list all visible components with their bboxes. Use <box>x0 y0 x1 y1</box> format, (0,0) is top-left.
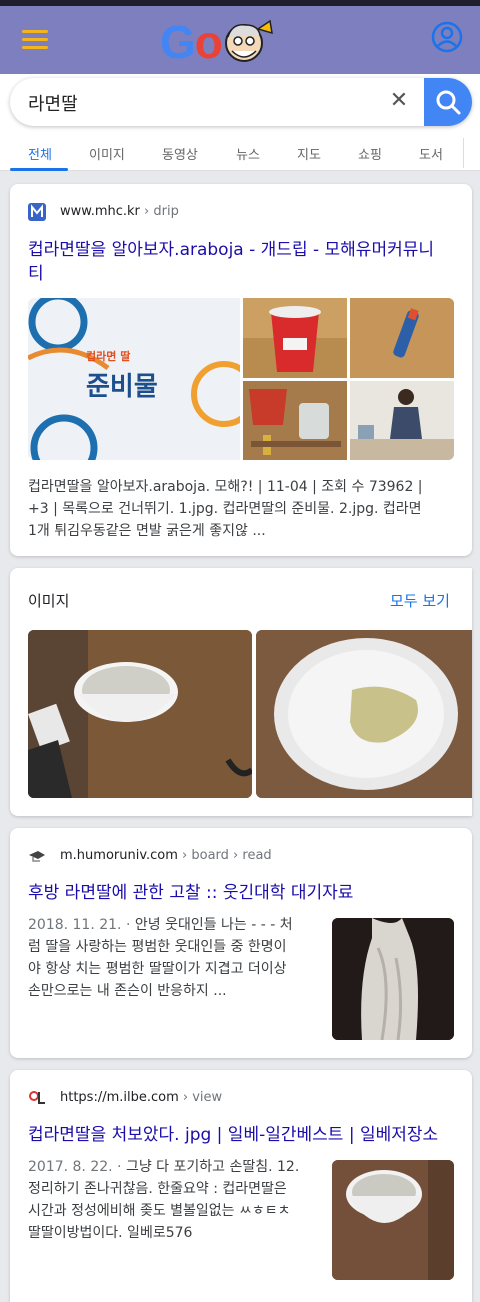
result-path: › drip <box>139 204 179 219</box>
result-card-ilbe: https://m.ilbe.com › view 컵라면딸을 처보았다. jp… <box>10 1070 472 1302</box>
account-icon[interactable] <box>430 20 464 54</box>
result-snippet: 2018. 11. 21. · 안녕 웃대인들 나는 - - - 처 럼 딸을 … <box>28 914 318 1002</box>
tab-books[interactable]: 도서 <box>419 144 443 163</box>
snippet-line: 정리하기 존나귀찮음. 한줄요약 : 컵라면딸은 <box>28 1181 287 1197</box>
snippet-line: 럼 딸을 사랑하는 평범한 웃대인들 중 한명이 <box>28 939 287 955</box>
snippet-line: 안녕 웃대인들 나는 - - - 처 <box>130 917 293 933</box>
snippet-line: 그냥 다 포기하고 손딸침. 12. <box>121 1159 300 1175</box>
snippet-line: 야 항상 치는 평범한 딸딸이가 지겹고 더이상 <box>28 961 287 977</box>
result-url[interactable]: m.humoruniv.com › board › read <box>60 848 272 863</box>
result-domain: www.mhc.kr <box>60 204 140 219</box>
active-tab-indicator <box>10 168 68 171</box>
thumbnail-caption-big: 준비물 <box>86 372 158 402</box>
thumbnail-person-cooking[interactable] <box>350 381 454 460</box>
result-snippet: 컵라면딸을 알아보자.araboja. 모해?! | 11-04 | 조회 수 … <box>28 476 423 542</box>
result-domain: m.humoruniv.com <box>60 848 178 863</box>
menu-icon[interactable] <box>22 30 48 50</box>
tab-images[interactable]: 이미지 <box>89 144 125 163</box>
result-path: › board › read <box>177 848 272 863</box>
mhc-favicon-icon <box>28 203 46 221</box>
snippet-line: 딸딸이방법이다. 일베로576 <box>28 1225 193 1241</box>
tab-all[interactable]: 전체 <box>28 144 52 163</box>
search-tabs: 전체 이미지 동영상 뉴스 지도 쇼핑 도서 <box>0 138 480 171</box>
image-result-plate[interactable] <box>256 630 472 798</box>
search-input[interactable]: 라면딸 <box>28 90 78 116</box>
snippet-line: 손만으로는 내 존슨이 반응하지 ... <box>28 983 227 999</box>
result-card-mhc: www.mhc.kr › drip 컵라면딸을 알아보자.araboja - 개… <box>10 184 472 556</box>
snippet-line: 시간과 정성에비해 좆도 별볼일없는 ㅆㅎㅌㅊ <box>28 1203 291 1219</box>
result-thumbnail-statue[interactable] <box>332 918 454 1040</box>
thumbnail-caption-small: 컵라면 딸 <box>86 350 131 363</box>
search-header: Go gle 라면딸 ✕ 전체 이미 <box>0 6 480 171</box>
logo-letter: o <box>194 16 223 68</box>
tab-videos[interactable]: 동영상 <box>162 144 198 163</box>
result-title-line: 컵라면딸을 알아보자.araboja - 개드립 - 모해유머커뮤니 <box>28 240 435 260</box>
result-thumbnail-bowl[interactable] <box>332 1160 454 1280</box>
images-heading: 이미지 <box>28 592 70 610</box>
see-all-images-link[interactable]: 모두 보기 <box>390 590 450 611</box>
snippet-line: +3 | 목록으로 건너뛰기. 1.jpg. 컵라면딸의 준비물. 2.jpg.… <box>28 501 422 517</box>
images-block: 이미지 모두 보기 <box>10 568 472 816</box>
ilbe-favicon-icon <box>28 1089 46 1107</box>
tab-maps[interactable]: 지도 <box>297 144 321 163</box>
result-url[interactable]: www.mhc.kr › drip <box>60 204 179 219</box>
thumbnail-preparation[interactable]: 컵라면 딸 준비물 <box>28 298 240 460</box>
result-title[interactable]: 후방 라면딸에 관한 고찰 :: 웃긴대학 대기자료 <box>28 881 353 905</box>
thumbnail-lighter[interactable] <box>350 298 454 378</box>
result-title[interactable]: 컵라면딸을 처보았다. jpg | 일베-일간베스트 | 일베저장소 <box>28 1123 438 1147</box>
clear-icon[interactable]: ✕ <box>386 88 412 114</box>
result-domain: https://m.ilbe.com <box>60 1090 179 1105</box>
result-card-humoruniv: m.humoruniv.com › board › read 후방 라면딸에 관… <box>10 828 472 1058</box>
result-title[interactable]: 컵라면딸을 알아보자.araboja - 개드립 - 모해유머커뮤니 티 <box>28 238 434 286</box>
result-path: › view <box>178 1090 223 1105</box>
result-date: 2017. 8. 22. · <box>28 1159 122 1175</box>
result-snippet: 2017. 8. 22. · 그냥 다 포기하고 손딸침. 12. 정리하기 존… <box>28 1156 318 1244</box>
result-title-line: 티 <box>28 264 44 284</box>
search-button[interactable] <box>424 78 472 126</box>
result-date: 2018. 11. 21. · <box>28 917 131 933</box>
logo-letter: G <box>160 16 196 68</box>
search-icon <box>436 90 461 115</box>
result-url[interactable]: https://m.ilbe.com › view <box>60 1090 222 1105</box>
image-result-bowl[interactable] <box>28 630 252 798</box>
humoruniv-favicon-icon <box>28 847 46 865</box>
thumbnail-cup-noodle[interactable] <box>243 298 347 378</box>
thumbnail-ingredients[interactable] <box>243 381 347 460</box>
google-doodle-logo[interactable]: Go gle <box>160 14 320 124</box>
doodle-character-icon <box>222 19 274 65</box>
search-box: 라면딸 ✕ <box>10 78 472 126</box>
tab-divider <box>463 138 464 168</box>
snippet-line: 컵라면딸을 알아보자.araboja. 모해?! | 11-04 | 조회 수 … <box>28 479 423 495</box>
tab-shopping[interactable]: 쇼핑 <box>358 144 382 163</box>
tab-news[interactable]: 뉴스 <box>236 144 260 163</box>
snippet-line: 1개 튀김우동같은 면발 굵은게 좋지않 ... <box>28 523 266 539</box>
